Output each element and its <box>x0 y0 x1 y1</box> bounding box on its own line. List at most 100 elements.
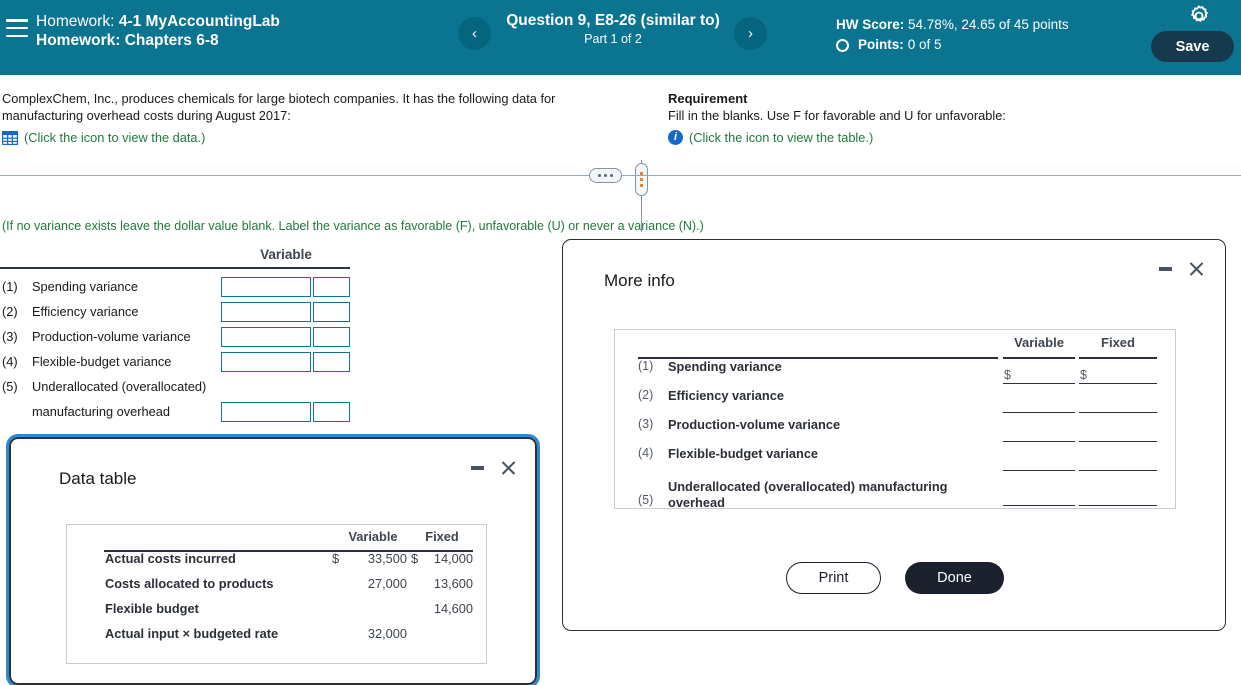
score-block: HW Score: 54.78%, 24.65 of 45 points Poi… <box>836 15 1069 55</box>
answer-input-flag-3[interactable] <box>313 326 350 347</box>
handle-dot <box>610 174 613 177</box>
answer-row-label: Production-volume variance <box>32 329 191 344</box>
answer-row-number: (3) <box>2 329 18 344</box>
requirement-title: Requirement <box>668 91 748 106</box>
data-table-dialog: Data table Variable Fixed Actual costs i… <box>6 434 540 685</box>
answer-row: (4) Flexible-budget variance <box>0 349 360 374</box>
answer-row: (1) Spending variance <box>0 274 360 299</box>
next-question-button[interactable]: › <box>734 17 767 50</box>
more-info-blank-fixed <box>1079 505 1157 506</box>
answer-row: manufacturing overhead <box>0 399 360 424</box>
data-table-grid: Variable Fixed Actual costs incurred $ 3… <box>66 524 487 664</box>
hw-score-line: HW Score: 54.78%, 24.65 of 45 points <box>836 15 1069 35</box>
data-table-value-fixed: 14,600 <box>433 601 473 616</box>
vertical-resize-handle[interactable] <box>635 163 648 196</box>
answer-row-number: (5) <box>2 379 18 394</box>
answer-input-flag-5[interactable] <box>313 401 350 422</box>
close-icon[interactable] <box>1188 260 1205 277</box>
answer-input-value-2[interactable] <box>221 301 311 322</box>
minimize-icon[interactable] <box>471 465 484 470</box>
homework-title-line2: Homework: Chapters 6-8 <box>36 31 280 50</box>
table-grid-icon[interactable] <box>1 130 19 145</box>
more-info-blank-fixed <box>1079 441 1157 442</box>
more-info-row-label: Efficiency variance <box>668 388 784 403</box>
data-table-row: Actual costs incurred $ 33,500 $ 14,000 <box>67 551 486 576</box>
handle-dot <box>640 178 643 181</box>
answer-row-label: manufacturing overhead <box>32 404 171 419</box>
data-table-row-label: Actual input × budgeted rate <box>105 626 279 641</box>
more-info-row-label: Spending variance <box>668 359 782 374</box>
data-table-value-variable: 33,500 <box>367 551 407 566</box>
points-line: Points: 0 of 5 <box>836 35 1069 55</box>
previous-question-button[interactable]: ‹ <box>458 17 491 50</box>
handle-dot <box>598 174 601 177</box>
hamburger-menu-icon[interactable] <box>6 19 28 37</box>
data-table-dollar-variable: $ <box>332 551 340 566</box>
points-label: Points: <box>858 37 904 52</box>
data-table-row-label: Flexible budget <box>105 601 199 616</box>
more-info-blank-variable <box>1003 505 1075 506</box>
more-info-blank-fixed <box>1079 470 1157 471</box>
panel-resize-handle[interactable] <box>589 168 622 183</box>
course-title: 4-1 MyAccountingLab <box>118 13 280 30</box>
minimize-icon[interactable] <box>1159 266 1172 271</box>
gear-icon[interactable] <box>1186 3 1212 29</box>
data-table-value-variable: 32,000 <box>367 626 407 641</box>
more-info-blank-variable <box>1003 383 1075 384</box>
table-link-row[interactable]: i (Click the icon to view the table.) <box>668 129 1208 146</box>
close-icon[interactable] <box>500 459 517 476</box>
answer-row-label: Efficiency variance <box>32 304 139 319</box>
answer-row-label: Flexible-budget variance <box>32 354 172 369</box>
more-info-dialog-title: More info <box>604 271 675 290</box>
answer-input-value-4[interactable] <box>221 351 311 372</box>
more-info-dollar-variable: $ <box>1004 368 1011 382</box>
answer-row-number: (4) <box>2 354 18 369</box>
requirement-column: Requirement Fill in the blanks. Use F fo… <box>668 90 1208 146</box>
data-table-row-label: Actual costs incurred <box>105 551 236 566</box>
data-link-row[interactable]: (Click the icon to view the data.) <box>1 129 612 146</box>
answer-input-flag-2[interactable] <box>313 301 350 322</box>
data-table-row: Costs allocated to products 27,000 13,60… <box>67 576 486 601</box>
answer-header-rule <box>0 267 350 269</box>
hamburger-bar <box>6 26 28 30</box>
more-info-col-fixed: Fixed <box>1101 335 1135 350</box>
homework-title-line1: Homework: 4-1 MyAccountingLab <box>36 12 280 31</box>
more-info-row-label: Production-volume variance <box>668 417 841 432</box>
more-info-dollar-fixed: $ <box>1080 368 1087 382</box>
more-info-row-number: (4) <box>638 446 654 460</box>
hw-score-label: HW Score: <box>836 17 905 32</box>
answer-row: (3) Production-volume variance <box>0 324 360 349</box>
answer-input-value-3[interactable] <box>221 326 311 347</box>
homework-label: Homework: <box>36 13 115 30</box>
answer-row: (5) Underallocated (overallocated) <box>0 374 360 399</box>
data-table-value-variable: 27,000 <box>367 576 407 591</box>
more-info-blank-fixed <box>1079 412 1157 413</box>
homework-chapters: Homework: Chapters 6-8 <box>36 32 219 49</box>
view-table-link[interactable]: (Click the icon to view the table.) <box>689 129 873 146</box>
question-navigator: ‹ Question 9, E8-26 (similar to) Part 1 … <box>458 12 768 60</box>
print-button[interactable]: Print <box>786 562 881 594</box>
answer-row-number: (2) <box>2 304 18 319</box>
points-value: 0 of 5 <box>907 37 942 52</box>
more-info-dialog: More info Variable Fixed (1) Spending va… <box>562 239 1226 631</box>
view-data-link[interactable]: (Click the icon to view the data.) <box>24 129 205 146</box>
data-table-dialog-title: Data table <box>59 469 137 488</box>
answer-input-value-5[interactable] <box>221 401 311 422</box>
data-table-row: Flexible budget 14,600 <box>67 601 486 626</box>
done-button[interactable]: Done <box>905 562 1004 594</box>
answer-input-value-1[interactable] <box>221 276 311 297</box>
answer-input-flag-4[interactable] <box>313 351 350 372</box>
data-table-row-label: Costs allocated to products <box>105 576 274 591</box>
more-info-table: Variable Fixed (1) Spending variance $ $… <box>614 329 1176 510</box>
more-info-row-number: (3) <box>638 417 654 431</box>
problem-text: ComplexChem, Inc., produces chemicals fo… <box>2 91 556 123</box>
more-info-row: (1) Spending variance $ $ <box>615 359 1175 388</box>
problem-statement-panel: ComplexChem, Inc., produces chemicals fo… <box>0 75 1241 232</box>
save-button[interactable]: Save <box>1151 31 1234 62</box>
more-info-row-number: (2) <box>638 388 654 402</box>
answer-input-flag-1[interactable] <box>313 276 350 297</box>
handle-dot <box>640 184 643 187</box>
data-table-value-fixed: 14,000 <box>433 551 473 566</box>
info-circle-icon[interactable]: i <box>668 130 683 145</box>
more-info-row: (5) Underallocated (overallocated) manuf… <box>615 475 1175 513</box>
